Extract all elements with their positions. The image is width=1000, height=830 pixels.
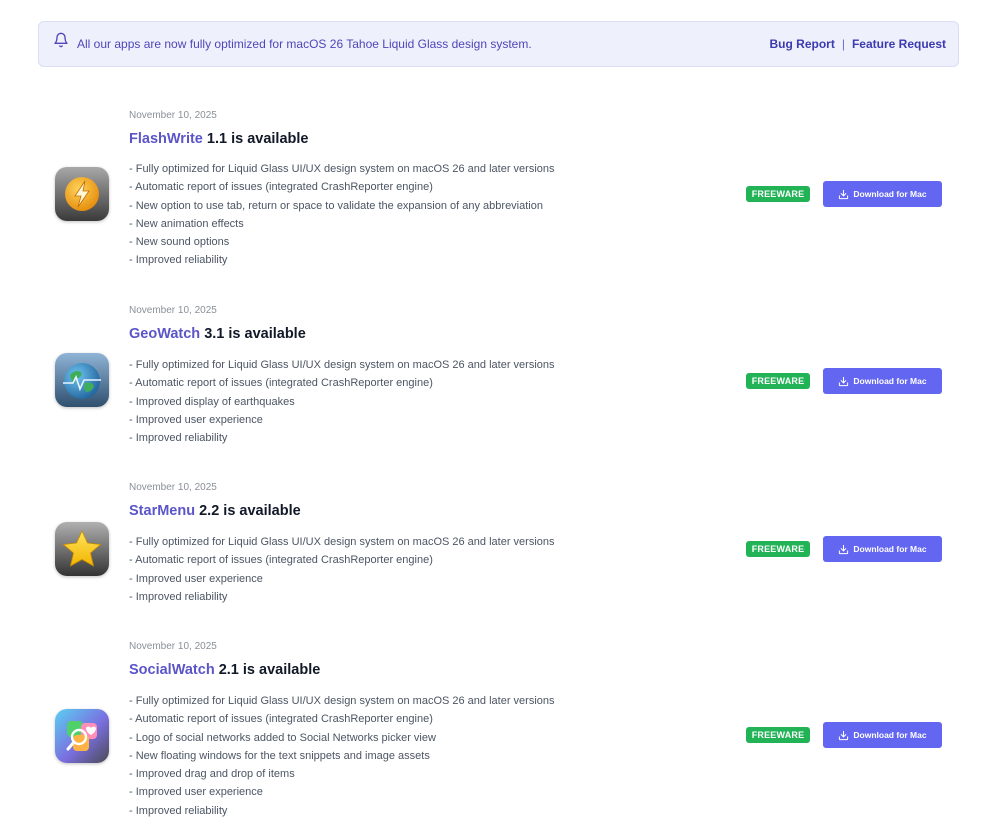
freeware-badge: FREEWARE [746,186,810,202]
release-date: November 10, 2025 [129,305,217,316]
release-note: - Automatic report of issues (integrated… [129,554,433,567]
freeware-badge: FREEWARE [746,541,810,557]
download-icon [839,189,849,199]
release-note: - Fully optimized for Liquid Glass UI/UX… [129,163,555,175]
bug-report-link[interactable]: Bug Report [770,37,835,51]
download-icon [839,376,849,386]
release-date: November 10, 2025 [129,641,217,652]
download-button-label: Download for Mac [853,189,927,199]
freeware-badge: FREEWARE [746,727,810,743]
release-version-text: 3.1 is available [200,326,306,342]
socialwatch-app-icon[interactable] [55,709,109,763]
release-date: November 10, 2025 [129,110,217,121]
download-button[interactable]: Download for Mac [823,368,942,394]
release-note: - Improved reliability [129,432,228,445]
release-title: GeoWatch 3.1 is available [129,326,306,342]
release-title: SocialWatch 2.1 is available [129,662,320,678]
download-button[interactable]: Download for Mac [823,536,942,562]
bell-icon [53,32,77,53]
download-icon [839,730,849,740]
download-icon [839,544,849,554]
release-note: - Fully optimized for Liquid Glass UI/UX… [129,695,555,707]
release-note: - Improved user experience [129,572,263,585]
app-name-link[interactable]: GeoWatch [129,326,200,342]
release-note: - Improved user experience [129,786,263,799]
release-note: - Fully optimized for Liquid Glass UI/UX… [129,359,555,371]
release-note: - Automatic report of issues (integrated… [129,181,433,194]
freeware-badge: FREEWARE [746,373,810,389]
app-name-link[interactable]: FlashWrite [129,131,203,147]
release-note: - New option to use tab, return or space… [129,199,543,212]
banner-links: Bug Report | Feature Request [770,37,946,51]
release-note: - New animation effects [129,217,244,230]
release-title: FlashWrite 1.1 is available [129,131,308,147]
flashwrite-app-icon[interactable] [55,167,109,221]
starmenu-app-icon[interactable] [55,522,109,576]
release-date: November 10, 2025 [129,482,217,493]
release-note: - Automatic report of issues (integrated… [129,377,433,390]
link-separator: | [841,37,845,51]
release-note: - Improved user experience [129,413,263,426]
geowatch-app-icon[interactable] [55,353,109,407]
release-note: - Improved display of earthquakes [129,395,295,408]
release-note: - Improved reliability [129,254,228,267]
release-note: - Automatic report of issues (integrated… [129,713,433,726]
download-button-label: Download for Mac [853,376,927,386]
release-version-text: 1.1 is available [202,131,309,147]
download-button-label: Download for Mac [853,544,927,554]
release-notes: - Fully optimized for Liquid Glass UI/UX… [129,533,555,606]
release-note: - Logo of social networks added to Socia… [129,731,436,744]
release-note: - Improved reliability [129,590,228,603]
release-notes: - Fully optimized for Liquid Glass UI/UX… [129,692,555,820]
release-note: - Improved reliability [129,804,228,817]
release-note: - New sound options [129,236,230,249]
app-name-link[interactable]: SocialWatch [129,662,215,678]
announcement-banner: All our apps are now fully optimized for… [38,21,959,67]
release-notes: - Fully optimized for Liquid Glass UI/UX… [129,160,555,270]
release-note: - New floating windows for the text snip… [129,749,430,762]
feature-request-link[interactable]: Feature Request [852,37,946,51]
release-version-text: 2.2 is available [195,503,301,519]
release-notes: - Fully optimized for Liquid Glass UI/UX… [129,356,555,447]
download-button[interactable]: Download for Mac [823,181,942,207]
banner-message: All our apps are now fully optimized for… [77,37,532,51]
release-note: - Improved drag and drop of items [129,768,295,781]
release-note: - Fully optimized for Liquid Glass UI/UX… [129,536,555,548]
release-version-text: 2.1 is available [214,662,321,678]
release-title: StarMenu 2.2 is available [129,503,301,519]
download-button[interactable]: Download for Mac [823,722,942,748]
download-button-label: Download for Mac [853,730,927,740]
app-name-link[interactable]: StarMenu [129,503,195,519]
